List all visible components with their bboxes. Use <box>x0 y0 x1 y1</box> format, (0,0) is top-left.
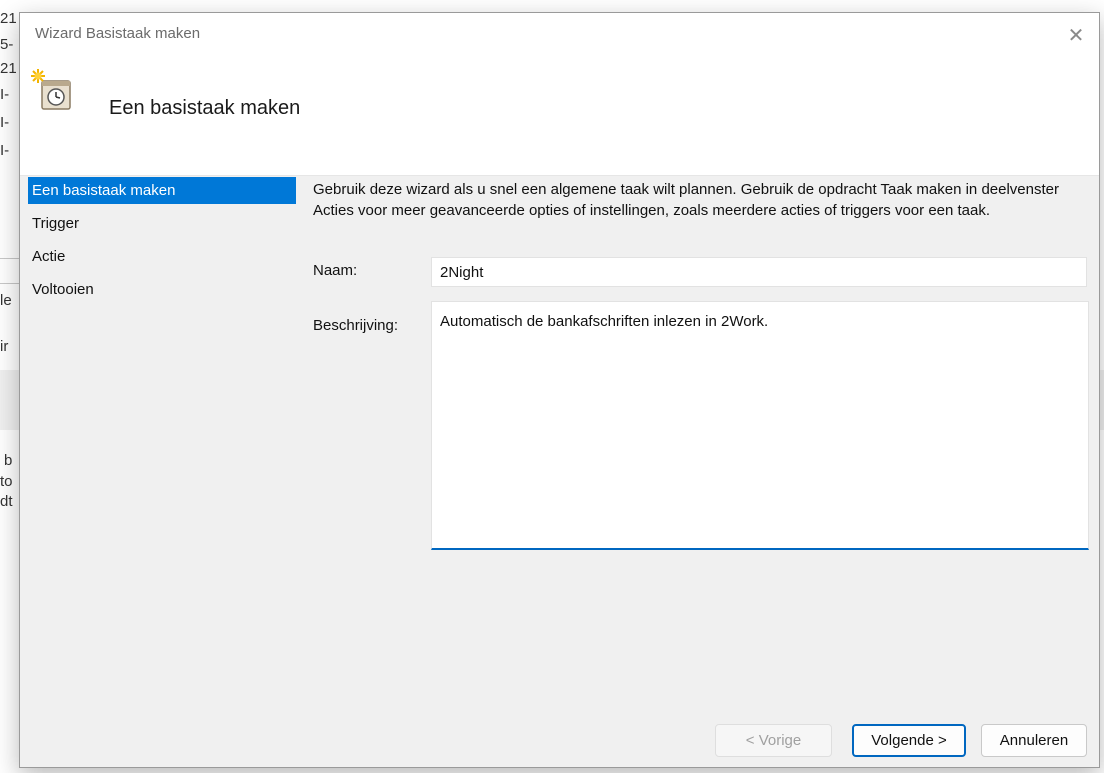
header-title: Een basistaak maken <box>109 97 301 119</box>
description-label: Beschrijving: <box>313 317 399 334</box>
background-text: I- <box>0 114 10 131</box>
background-text: 5- <box>0 36 14 53</box>
wizard-intro-text: Gebruik deze wizard als u snel een algem… <box>313 181 1059 219</box>
close-button[interactable]: ✕ <box>1053 13 1099 57</box>
back-button[interactable]: < Vorige <box>715 724 832 757</box>
name-input[interactable] <box>431 257 1087 287</box>
background-divider <box>0 283 20 284</box>
next-button[interactable]: Volgende > <box>852 724 966 757</box>
wizard-steps-sidebar: Een basistaak maken Trigger Actie Voltoo… <box>28 177 296 309</box>
description-textarea[interactable]: Automatisch de bankafschriften inlezen i… <box>431 301 1089 550</box>
title-bar[interactable]: Wizard Basistaak maken ✕ <box>20 13 1099 57</box>
cancel-button[interactable]: Annuleren <box>981 724 1087 757</box>
sidebar-item-actie[interactable]: Actie <box>28 243 296 270</box>
sidebar-item-een-basistaak-maken[interactable]: Een basistaak maken <box>28 177 296 204</box>
background-divider <box>0 258 20 259</box>
sidebar-item-trigger[interactable]: Trigger <box>28 210 296 237</box>
background-text: 21 <box>0 10 17 27</box>
window-title: Wizard Basistaak maken <box>35 25 201 42</box>
close-icon: ✕ <box>1067 24 1085 47</box>
scheduled-task-clock-icon <box>31 69 71 110</box>
background-text: I- <box>0 142 10 159</box>
background-text: le <box>0 292 12 309</box>
background-text: 21 <box>0 60 17 77</box>
background-text: ir <box>0 338 9 355</box>
wizard-dialog: Wizard Basistaak maken ✕ Een basistaak m… <box>19 12 1100 768</box>
wizard-header: Een basistaak maken <box>20 57 1099 176</box>
background-text: to <box>0 473 13 490</box>
background-text: dt <box>0 493 13 510</box>
sidebar-item-voltooien[interactable]: Voltooien <box>28 276 296 303</box>
name-label: Naam: <box>313 262 358 279</box>
background-text: I- <box>0 86 10 103</box>
background-text: b <box>4 452 13 469</box>
